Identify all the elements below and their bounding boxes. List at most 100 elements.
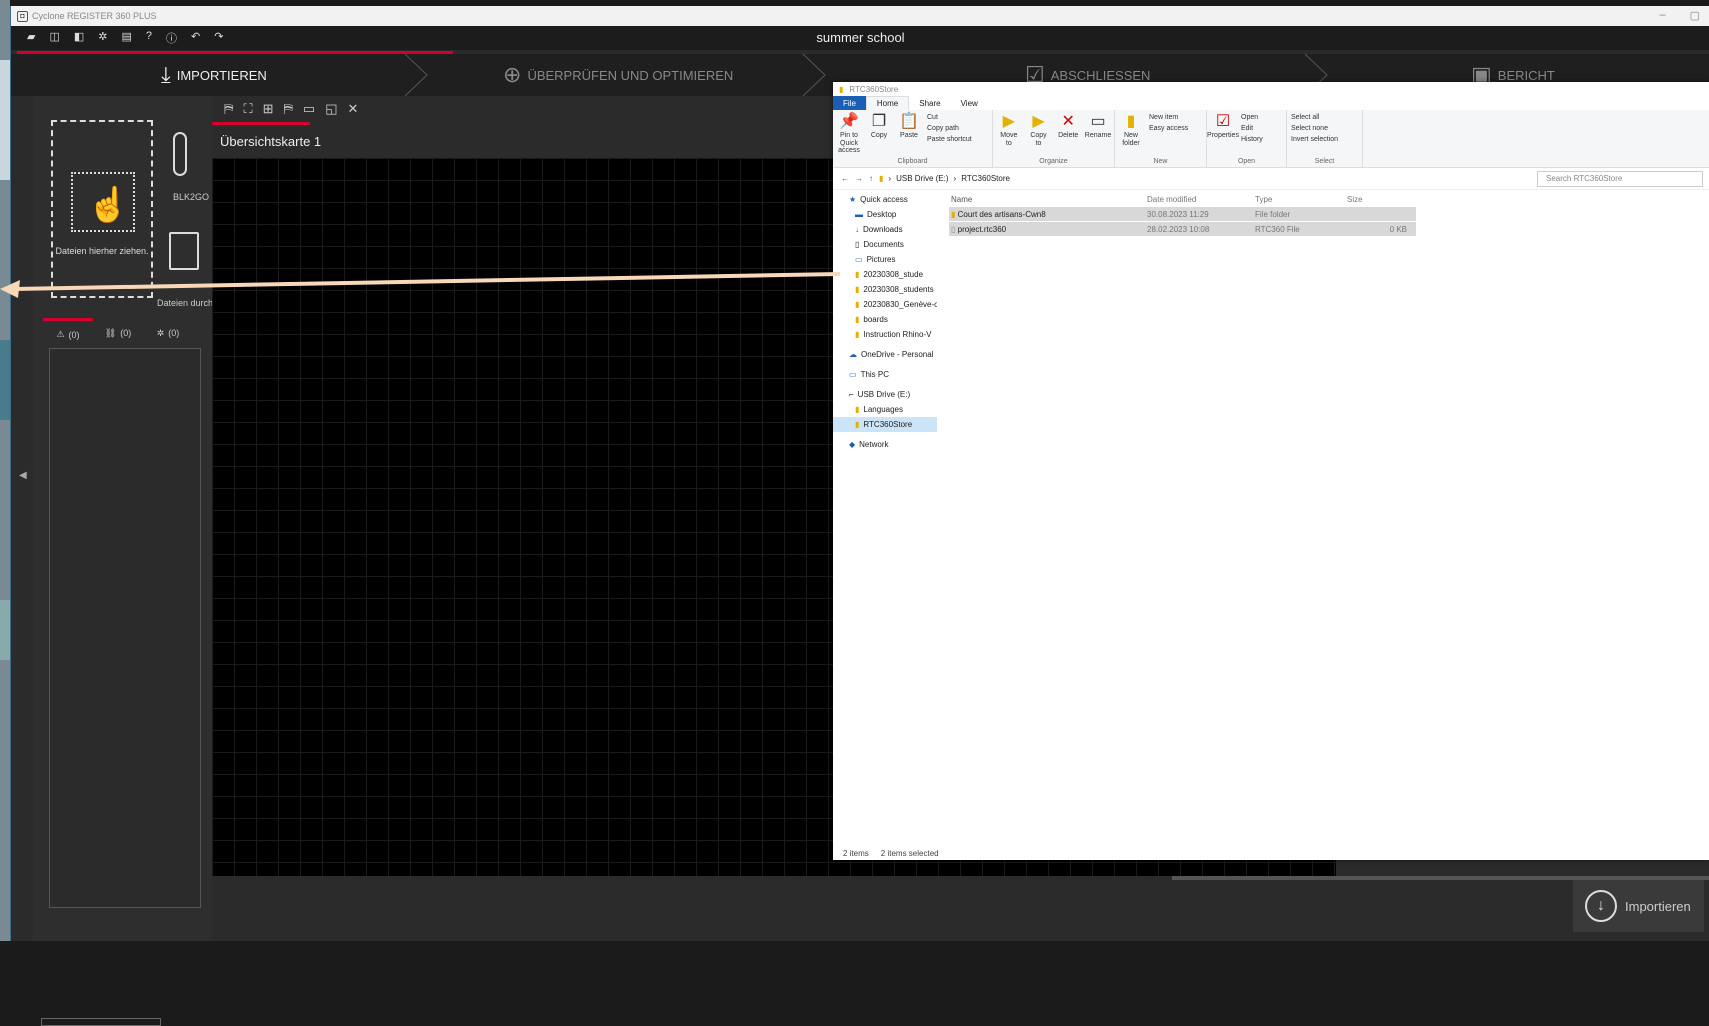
nav-item[interactable]: ▯ Documents	[833, 237, 937, 252]
cloud-icon: ☁	[849, 350, 857, 359]
paste-button[interactable]: 📋 Paste	[897, 112, 921, 140]
project-name: summer school	[816, 30, 905, 45]
nav-item[interactable]: ▬ Desktop	[833, 207, 937, 222]
nav-item[interactable]: ▮ RTC360Store	[833, 417, 937, 432]
copy-path-button[interactable]: Copy path	[927, 125, 972, 132]
open-project-icon[interactable]: ▰	[27, 30, 35, 46]
properties-button[interactable]: ☑ Properties	[1207, 112, 1239, 140]
app-logo-icon: ◘	[17, 10, 28, 22]
nav-label: 20230308_students	[863, 285, 934, 294]
nav-item[interactable]: ▮ 20230830_Genève-c	[833, 297, 937, 312]
rename-button[interactable]: ▭ Rename	[1085, 112, 1111, 140]
search-input[interactable]: Search RTC360Store	[1537, 170, 1703, 187]
nav-item[interactable]: ★ Quick access	[833, 192, 937, 207]
nav-label: 20230830_Genève-c	[863, 300, 937, 309]
file-size: 0 KB	[1389, 224, 1407, 234]
open-group-label: Open	[1237, 158, 1256, 165]
easy-access-button[interactable]: Easy access	[1149, 125, 1188, 132]
copy-to-button[interactable]: ▶ Copy to	[1027, 112, 1051, 147]
delete-icon[interactable]: ✕	[348, 101, 359, 117]
forward-arrow-icon[interactable]: →	[855, 174, 863, 183]
app-title: Cyclone REGISTER 360 PLUS	[32, 11, 157, 21]
browse-files-icon[interactable]	[169, 232, 199, 270]
tab-view[interactable]: View	[951, 96, 988, 110]
step-review[interactable]: ⊕ ÜBERPRÜFEN UND OPTIMIEREN	[503, 54, 733, 96]
usb-device-icon[interactable]	[173, 132, 187, 176]
select-none-button[interactable]: Select none	[1291, 125, 1338, 132]
nav-item[interactable]: ↓ Downloads	[833, 222, 937, 237]
tab-setups[interactable]: ✲ (0)	[143, 318, 193, 348]
horizontal-scrollbar[interactable]	[41, 1018, 161, 1026]
nav-item[interactable]: ▮ 20230308_students	[833, 282, 937, 297]
nav-item[interactable]: ▮ Languages	[833, 402, 937, 417]
document-icon[interactable]: ▤	[122, 30, 132, 46]
move-to-button[interactable]: ▶ Move to	[997, 112, 1021, 147]
tab-links[interactable]: ⛓ (0)	[93, 318, 143, 348]
tab-share[interactable]: Share	[909, 96, 950, 110]
new-group-label: New	[1153, 158, 1168, 165]
step-import-label: IMPORTIEREN	[176, 67, 267, 83]
nav-item[interactable]: ▮ 20230308_stude	[833, 267, 937, 282]
add-scan-icon[interactable]: ⛿	[224, 101, 233, 117]
tab-home[interactable]: Home	[865, 96, 910, 110]
breadcrumb-folder[interactable]: RTC360Store	[961, 174, 1010, 183]
column-type[interactable]: Type	[1255, 195, 1347, 204]
nav-label: Instruction Rhino-V	[863, 330, 932, 339]
nav-label: Pictures	[866, 255, 896, 264]
up-arrow-icon[interactable]: ↑	[869, 174, 873, 183]
nav-item[interactable]: ☁ OneDrive - Personal	[833, 347, 937, 362]
column-date[interactable]: Date modified	[1147, 195, 1255, 204]
invert-selection-button[interactable]: Invert selection	[1291, 136, 1338, 143]
back-arrow-icon[interactable]: ←	[841, 174, 849, 183]
new-item-button[interactable]: New item	[1149, 114, 1188, 121]
help-icon[interactable]: ?	[146, 30, 152, 46]
nav-item[interactable]: ◆ Network	[833, 437, 937, 452]
export-icon[interactable]: ◧	[74, 30, 84, 46]
file-row[interactable]: ▮ Court des artisans-Cwn8 30.08.2023 11:…	[949, 207, 1416, 221]
paste-shortcut-button[interactable]: Paste shortcut	[927, 136, 972, 143]
screenshot-icon[interactable]: ◱	[325, 101, 337, 117]
nav-label: Quick access	[860, 195, 908, 204]
nav-item[interactable]: ▮ Instruction Rhino-V	[833, 327, 937, 342]
copy-button[interactable]: ❐ Copy	[867, 112, 891, 140]
maximize-button[interactable]: ▢	[1690, 9, 1700, 22]
nav-item[interactable]: ▮ boards	[833, 312, 937, 327]
breadcrumb-drive[interactable]: USB Drive (E:)	[896, 174, 948, 183]
step-import[interactable]: ⤓ IMPORTIEREN	[161, 54, 267, 96]
box-select-icon[interactable]: ▭	[303, 101, 315, 117]
history-button[interactable]: History	[1241, 136, 1263, 143]
file-explorer-window: ▮ RTC360Store File Home Share View 📌 Pin t…	[833, 82, 1709, 860]
nav-item[interactable]: ⌐ USB Drive (E:)	[833, 387, 937, 402]
nav-item[interactable]: ▭ This PC	[833, 367, 937, 382]
column-name[interactable]: Name	[949, 195, 1147, 204]
cut-button[interactable]: Cut	[927, 114, 972, 121]
remove-scan-icon[interactable]: ⛿	[283, 101, 292, 117]
column-size[interactable]: Size	[1347, 195, 1407, 204]
file-row[interactable]: ▯ project.rtc360 28.02.2023 10:08 RTC360…	[949, 222, 1416, 236]
nav-item[interactable]: ▭ Pictures	[833, 252, 937, 267]
folder-icon: ▮	[855, 420, 860, 429]
undo-icon[interactable]: ↶	[191, 30, 200, 46]
minimize-button[interactable]: –	[1659, 9, 1665, 22]
import-button[interactable]: ↓ Importieren	[1573, 880, 1704, 932]
tab-file[interactable]: File	[833, 96, 866, 110]
tab-warnings[interactable]: ⚠ (0)	[43, 318, 93, 348]
new-folder-button[interactable]: ▮ New folder	[1119, 112, 1143, 147]
edit-button[interactable]: Edit	[1241, 125, 1263, 132]
fit-view-icon[interactable]: ⛶	[243, 101, 252, 117]
open-group: ☑ Properties Open Edit History Open	[1207, 110, 1287, 167]
file-drop-zone[interactable]: ☝ Dateien hierher ziehen.	[51, 120, 153, 298]
pin-quick-access-button[interactable]: 📌 Pin to Quick access	[837, 112, 861, 155]
open-button[interactable]: Open	[1241, 114, 1263, 121]
collapse-panel-icon[interactable]: ◀	[19, 470, 27, 481]
redo-icon[interactable]: ↷	[214, 30, 223, 46]
select-all-button[interactable]: Select all	[1291, 114, 1338, 121]
info-icon[interactable]: ⓘ	[166, 30, 177, 46]
settings-icon[interactable]: ✲	[98, 30, 107, 46]
project-list-icon[interactable]: ◫	[49, 30, 59, 46]
delete-button[interactable]: ✕ Delete	[1056, 112, 1080, 140]
breadcrumb[interactable]: ▮ › USB Drive (E:) › RTC360Store	[879, 174, 1010, 183]
clipboard-group-label: Clipboard	[897, 158, 928, 165]
grid-icon[interactable]: ⊞	[263, 101, 274, 117]
import-icon: ⤓	[161, 62, 171, 87]
